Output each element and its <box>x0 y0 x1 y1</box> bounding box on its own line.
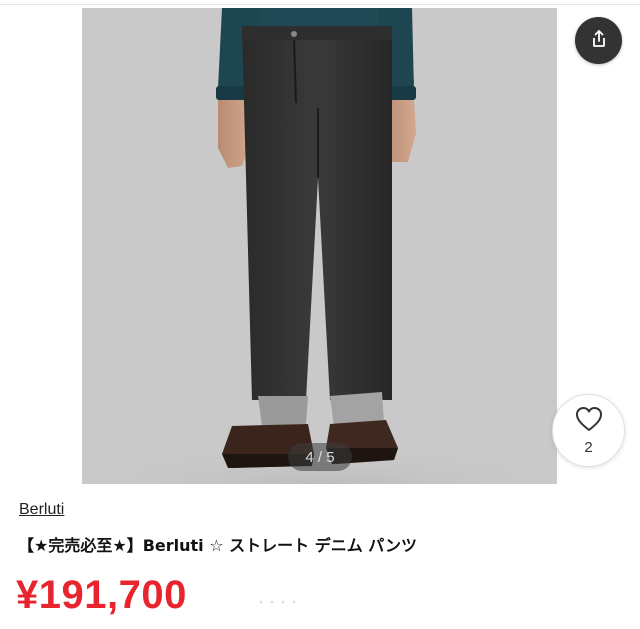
share-button[interactable] <box>575 17 622 64</box>
product-page: 4 / 5 2 Berluti 【★完売必至★】Berluti ☆ ストレート … <box>0 0 640 629</box>
price-decoration-dots <box>259 600 296 604</box>
brand-link[interactable]: Berluti <box>19 501 64 519</box>
heart-outline-icon <box>574 405 604 437</box>
product-photo-illustration <box>82 8 557 484</box>
top-divider <box>0 4 640 5</box>
share-upload-icon <box>589 29 609 53</box>
product-title: 【★完売必至★】Berluti ☆ ストレート デニム パンツ <box>18 536 418 555</box>
product-image[interactable] <box>82 8 557 484</box>
image-pager: 4 / 5 <box>288 443 352 471</box>
product-price: ¥191,700 <box>16 573 187 617</box>
like-button[interactable]: 2 <box>552 394 625 467</box>
like-count: 2 <box>584 439 593 456</box>
